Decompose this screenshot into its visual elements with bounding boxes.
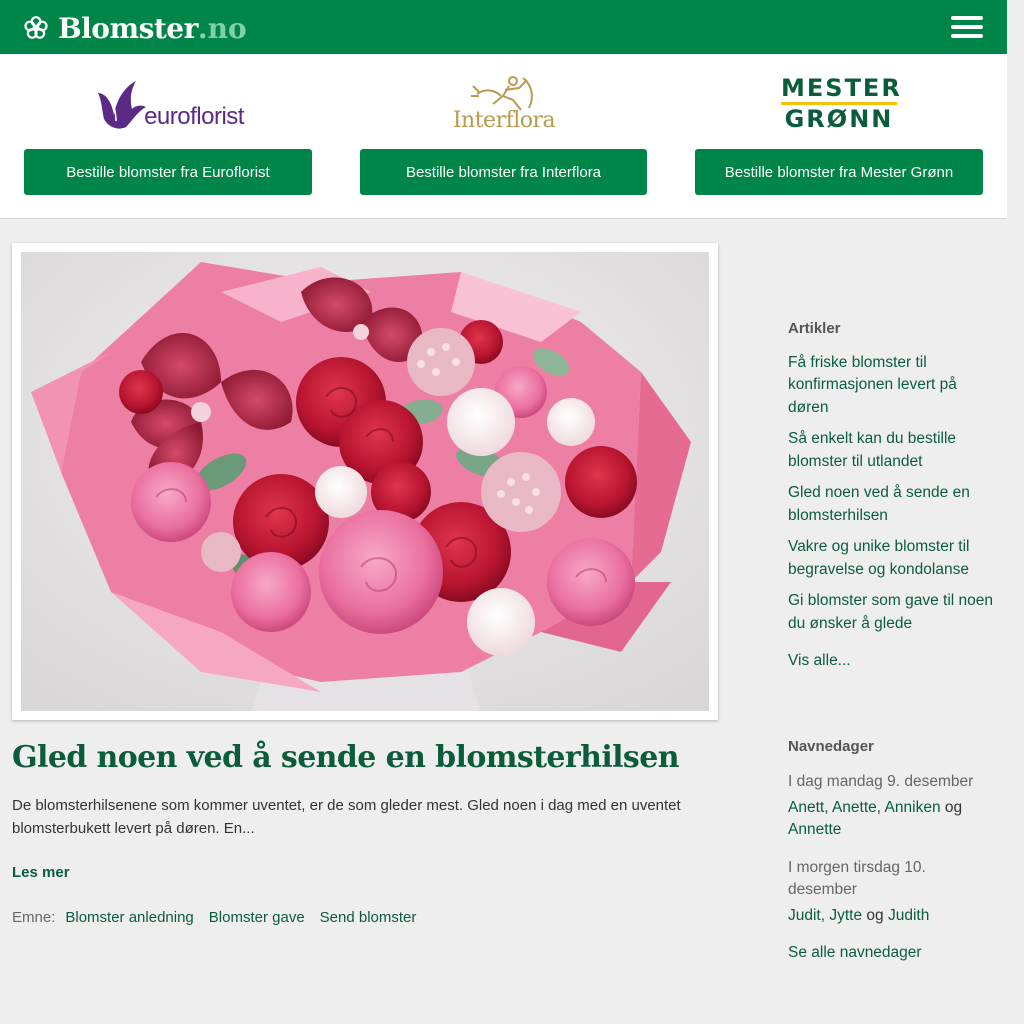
today-label: I dag mandag 9. desember — [788, 773, 974, 790]
topic-link[interactable]: Blomster anledning — [65, 909, 193, 926]
name-link[interactable]: Judith — [888, 907, 929, 924]
euroflorist-logo[interactable]: euroflorist — [24, 68, 312, 138]
sidebar-article-link[interactable]: Gled noen ved å sende en blomsterhilsen — [788, 482, 998, 527]
today-names: Anett, Anette, Anniken og Annette — [788, 798, 963, 839]
name-link[interactable]: Judit — [788, 907, 821, 924]
sidebar-article-link[interactable]: Få friske blomster til konfirmasjonen le… — [788, 352, 998, 420]
article-excerpt: De blomsterhilsenene som kommer uventet,… — [12, 797, 681, 837]
name-link[interactable]: Anett — [788, 799, 824, 816]
and-word: og — [944, 798, 963, 816]
and-word: og — [866, 906, 884, 924]
sidebar-article-link[interactable]: Gi blomster som gave til noen du ønsker … — [788, 590, 998, 635]
euroflorist-bird-icon — [98, 81, 147, 129]
mester-gronn-logo-line2: GRØNN — [784, 104, 894, 133]
flower-bouquet-image — [21, 252, 709, 711]
euroflorist-logo-text: euroflorist — [144, 103, 244, 130]
flower-icon — [24, 16, 48, 39]
order-interflora-button[interactable]: Bestille blomster fra Interflora — [360, 149, 647, 195]
partner-interflora: Interflora Bestille blomster fra Interfl… — [360, 54, 647, 219]
interflora-logo[interactable]: Interflora — [360, 68, 648, 138]
topic-link[interactable]: Blomster gave — [209, 909, 305, 926]
site-logo[interactable]: Blomster .no — [22, 10, 247, 46]
top-bar: Blomster .no — [0, 0, 1007, 54]
partner-euroflorist: euroflorist Bestille blomster fra Eurofl… — [24, 54, 312, 219]
partner-strip: euroflorist Bestille blomster fra Eurofl… — [0, 54, 1007, 219]
articles-heading: Artikler — [788, 320, 841, 337]
see-all-namedays-link[interactable]: Se alle navnedager — [788, 942, 998, 965]
mester-gronn-logo-line1: MESTER — [781, 73, 902, 102]
namedays-heading: Navnedager — [788, 737, 874, 755]
partner-mester-gronn: MESTER GRØNN Bestille blomster fra Meste… — [695, 54, 983, 219]
name-link[interactable]: Anniken — [885, 799, 941, 816]
topics-label: Emne: — [12, 909, 56, 926]
order-mester-gronn-button[interactable]: Bestille blomster fra Mester Grønn — [695, 149, 983, 195]
article-title[interactable]: Gled noen ved å sende en blomsterhilsen — [12, 740, 680, 775]
tomorrow-label: I morgen tirsdag 10. desember — [788, 858, 926, 899]
brand-tld: .no — [197, 11, 247, 45]
mester-gronn-logo[interactable]: MESTER GRØNN — [695, 68, 983, 138]
sidebar: Artikler Få friske blomster til konfirma… — [788, 318, 998, 965]
brand-name: Blomster — [58, 11, 198, 45]
see-all-articles-link[interactable]: Vis alle... — [788, 650, 998, 673]
name-link[interactable]: Anette — [832, 799, 877, 816]
article-image-card[interactable] — [12, 243, 718, 720]
name-link[interactable]: Jytte — [829, 907, 862, 924]
name-link[interactable]: Annette — [788, 821, 841, 838]
tomorrow-names: Judit, Jytte og Judith — [788, 906, 930, 924]
topic-link[interactable]: Send blomster — [320, 909, 417, 926]
order-euroflorist-button[interactable]: Bestille blomster fra Euroflorist — [24, 149, 312, 195]
read-more-link[interactable]: Les mer — [12, 864, 70, 881]
sidebar-article-link[interactable]: Så enkelt kan du bestille blomster til u… — [788, 428, 998, 473]
interflora-logo-text: Interflora — [452, 107, 556, 133]
sidebar-article-link[interactable]: Vakre og unike blomster til begravelse o… — [788, 536, 998, 581]
article-topics: Emne: Blomster anledning Blomster gave S… — [12, 909, 416, 926]
hamburger-icon[interactable] — [951, 16, 983, 40]
